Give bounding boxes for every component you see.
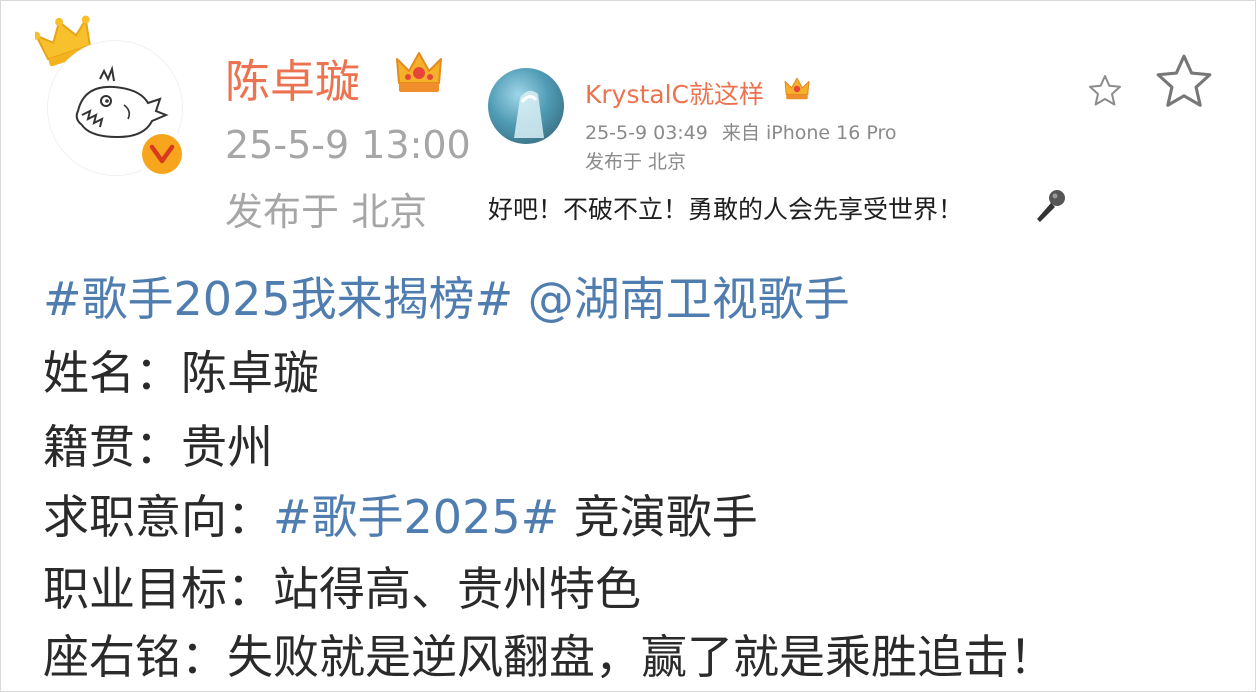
- post-location: 发布于 北京: [225, 190, 428, 234]
- name-value: 陈卓璇: [181, 346, 319, 400]
- repost-source: 来自 iPhone 16 Pro: [721, 122, 897, 144]
- post-text-goal-line: 职业目标：站得高、贵州特色: [43, 553, 641, 619]
- microphone-icon: [1037, 190, 1065, 222]
- repost-text: 好吧！不破不立！勇敢的人会先享受世界！: [488, 195, 964, 224]
- repost-time: 25-5-9 03:49: [585, 122, 708, 144]
- repost-location: 发布于 北京: [585, 151, 687, 173]
- post-text-origin-line: 籍贯：贵州: [43, 411, 273, 477]
- goal-label: 职业目标：: [43, 562, 273, 616]
- post-text-topic-line: #歌手2025我来揭榜# @湖南卫视歌手: [43, 263, 850, 329]
- member-crown-icon: [784, 77, 810, 100]
- post-text-name-line: 姓名：陈卓璇: [43, 337, 319, 403]
- topic-link[interactable]: #歌手2025我来揭榜#: [43, 272, 513, 326]
- verified-v-icon: [149, 144, 175, 164]
- favorite-star-icon[interactable]: [1087, 73, 1123, 109]
- origin-value: 贵州: [181, 420, 273, 474]
- post-text-motto-line: 座右铭：失败就是逆风翻盘，赢了就是乘胜追击！: [43, 621, 1055, 687]
- name-label: 姓名：: [43, 346, 181, 400]
- author-name[interactable]: 陈卓璇: [225, 45, 360, 110]
- intent-topic-link[interactable]: #歌手2025#: [273, 490, 559, 544]
- motto-value: 失败就是逆风翻盘，赢了就是乘胜追击！: [227, 630, 1055, 684]
- repost-meta: 25-5-9 03:49 来自 iPhone 16 Pro: [585, 118, 897, 145]
- repost-author-avatar[interactable]: [488, 68, 564, 144]
- post-time: 25-5-9 13:00: [225, 123, 471, 167]
- goal-value: 站得高、贵州特色: [273, 562, 641, 616]
- mention-link[interactable]: @湖南卫视歌手: [528, 272, 850, 326]
- member-crown-icon: [396, 52, 442, 92]
- origin-label: 籍贯：: [43, 420, 181, 474]
- intent-value: 竞演歌手: [573, 490, 758, 544]
- post-text-intent-line: 求职意向：#歌手2025# 竞演歌手: [43, 481, 758, 547]
- avatar-photo-icon: [514, 90, 544, 138]
- intent-label: 求职意向：: [43, 490, 273, 544]
- repost-author-name[interactable]: KrystalC就这样: [585, 75, 764, 111]
- motto-label: 座右铭：: [43, 630, 227, 684]
- verified-badge: [137, 129, 187, 179]
- post-card: 陈卓璇 25-5-9 13:00 发布于 北京 KrystalC就这样 25-5…: [0, 0, 1256, 692]
- favorite-star-icon[interactable]: [1153, 51, 1215, 113]
